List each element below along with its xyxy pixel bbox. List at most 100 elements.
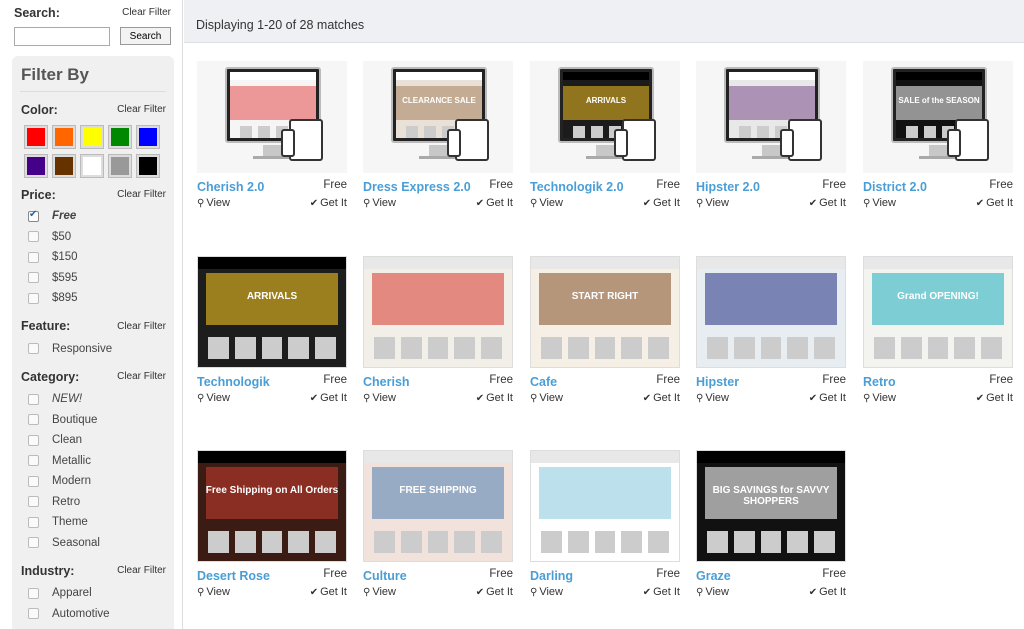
template-thumbnail[interactable]: Grand OPENING! [863, 256, 1013, 368]
view-link[interactable]: ⚲ View [363, 392, 396, 404]
price-option[interactable]: Free [21, 206, 166, 227]
category-clear-filter-link[interactable]: Clear Filter [117, 371, 166, 382]
template-thumbnail[interactable]: ARRIVALS [530, 61, 680, 173]
checkbox[interactable] [28, 209, 39, 222]
price-clear-filter-link[interactable]: Clear Filter [117, 189, 166, 200]
search-clear-filter-link[interactable]: Clear Filter [122, 7, 171, 18]
get-it-link[interactable]: ✔ Get It [476, 197, 513, 209]
get-it-link[interactable]: ✔ Get It [976, 197, 1013, 209]
template-thumbnail[interactable]: SALE of the SEASON [863, 61, 1013, 173]
checkbox[interactable] [28, 393, 39, 405]
template-name-link[interactable]: Technologik 2.0 [530, 179, 624, 195]
category-option[interactable]: Modern [21, 471, 166, 492]
template-name-link[interactable]: Hipster 2.0 [696, 179, 760, 195]
color-swatch[interactable] [136, 125, 160, 149]
checkbox[interactable] [28, 587, 39, 599]
template-thumbnail[interactable]: ARRIVALS [197, 256, 347, 368]
template-thumbnail[interactable] [197, 61, 347, 173]
template-name-link[interactable]: Desert Rose [197, 568, 270, 584]
get-it-link[interactable]: ✔ Get It [643, 197, 680, 209]
view-link[interactable]: ⚲ View [197, 586, 230, 598]
template-thumbnail[interactable] [696, 61, 846, 173]
color-swatch[interactable] [24, 154, 48, 178]
template-name-link[interactable]: Dress Express 2.0 [363, 179, 471, 195]
template-thumbnail[interactable]: BIG SAVINGS for SAVVY SHOPPERS [696, 450, 846, 562]
template-name-link[interactable]: Cafe [530, 374, 557, 390]
view-link[interactable]: ⚲ View [197, 392, 230, 404]
checkbox[interactable] [28, 537, 39, 549]
get-it-link[interactable]: ✔ Get It [310, 392, 347, 404]
get-it-link[interactable]: ✔ Get It [643, 586, 680, 598]
color-swatch[interactable] [52, 125, 76, 149]
template-name-link[interactable]: Cherish 2.0 [197, 179, 264, 195]
template-thumbnail[interactable]: START RIGHT [530, 256, 680, 368]
price-option[interactable]: $150 [21, 247, 166, 268]
industry-option[interactable]: Apparel [21, 583, 166, 604]
color-swatch[interactable] [80, 125, 104, 149]
checkbox[interactable] [28, 608, 39, 620]
view-link[interactable]: ⚲ View [530, 197, 563, 209]
template-name-link[interactable]: Technologik [197, 374, 270, 390]
view-link[interactable]: ⚲ View [363, 586, 396, 598]
template-name-link[interactable]: Graze [696, 568, 731, 584]
category-option[interactable]: Clean [21, 430, 166, 451]
checkbox[interactable] [28, 516, 39, 528]
color-swatch[interactable] [80, 154, 104, 178]
view-link[interactable]: ⚲ View [363, 197, 396, 209]
color-clear-filter-link[interactable]: Clear Filter [117, 104, 166, 115]
get-it-link[interactable]: ✔ Get It [310, 586, 347, 598]
template-name-link[interactable]: Culture [363, 568, 407, 584]
checkbox[interactable] [28, 414, 39, 426]
template-thumbnail[interactable] [696, 256, 846, 368]
template-name-link[interactable]: Darling [530, 568, 573, 584]
view-link[interactable]: ⚲ View [863, 197, 896, 209]
color-swatch[interactable] [108, 125, 132, 149]
industry-option[interactable]: Automotive [21, 604, 166, 625]
category-option[interactable]: Boutique [21, 410, 166, 431]
template-name-link[interactable]: Cherish [363, 374, 410, 390]
get-it-link[interactable]: ✔ Get It [976, 392, 1013, 404]
category-option[interactable]: Seasonal [21, 533, 166, 554]
get-it-link[interactable]: ✔ Get It [809, 197, 846, 209]
template-name-link[interactable]: District 2.0 [863, 179, 927, 195]
category-option[interactable]: Theme [21, 512, 166, 533]
color-swatch[interactable] [108, 154, 132, 178]
checkbox[interactable] [28, 231, 39, 243]
checkbox[interactable] [28, 475, 39, 487]
color-swatch[interactable] [52, 154, 76, 178]
feature-option[interactable]: Responsive [21, 339, 166, 360]
template-thumbnail[interactable]: CLEARANCE SALE [363, 61, 513, 173]
search-button[interactable]: Search [120, 27, 171, 45]
checkbox[interactable] [28, 496, 39, 508]
price-option[interactable]: $595 [21, 268, 166, 289]
category-option[interactable]: NEW! [21, 389, 166, 410]
template-thumbnail[interactable]: FREE SHIPPING [363, 450, 513, 562]
checkbox[interactable] [28, 251, 39, 263]
price-option[interactable]: $895 [21, 288, 166, 309]
view-link[interactable]: ⚲ View [530, 586, 563, 598]
get-it-link[interactable]: ✔ Get It [643, 392, 680, 404]
checkbox[interactable] [28, 272, 39, 284]
template-name-link[interactable]: Hipster [696, 374, 739, 390]
view-link[interactable]: ⚲ View [696, 586, 729, 598]
template-thumbnail[interactable]: Free Shipping on All Orders [197, 450, 347, 562]
industry-clear-filter-link[interactable]: Clear Filter [117, 565, 166, 576]
view-link[interactable]: ⚲ View [696, 197, 729, 209]
category-option[interactable]: Metallic [21, 451, 166, 472]
get-it-link[interactable]: ✔ Get It [310, 197, 347, 209]
view-link[interactable]: ⚲ View [863, 392, 896, 404]
template-thumbnail[interactable] [363, 256, 513, 368]
checkbox[interactable] [28, 343, 39, 355]
get-it-link[interactable]: ✔ Get It [476, 586, 513, 598]
view-link[interactable]: ⚲ View [696, 392, 729, 404]
template-name-link[interactable]: Retro [863, 374, 896, 390]
template-thumbnail[interactable] [530, 450, 680, 562]
view-link[interactable]: ⚲ View [530, 392, 563, 404]
color-swatch[interactable] [24, 125, 48, 149]
category-option[interactable]: Retro [21, 492, 166, 513]
view-link[interactable]: ⚲ View [197, 197, 230, 209]
get-it-link[interactable]: ✔ Get It [809, 392, 846, 404]
checkbox[interactable] [28, 434, 39, 446]
checkbox[interactable] [28, 455, 39, 467]
search-input[interactable] [14, 27, 110, 46]
